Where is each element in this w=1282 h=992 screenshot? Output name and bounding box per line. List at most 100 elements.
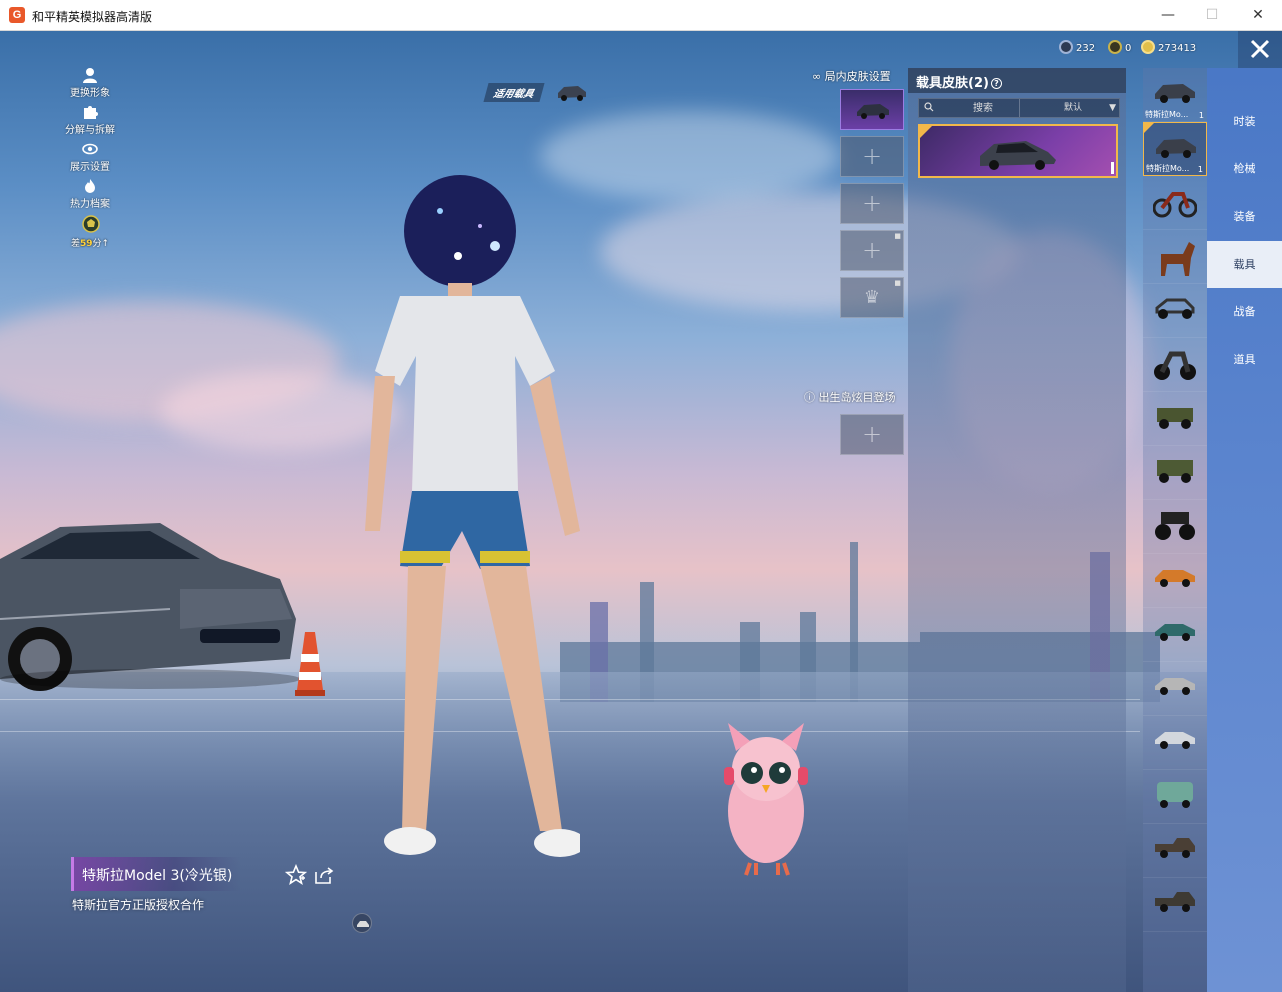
skin-card-tesla[interactable] xyxy=(918,124,1118,178)
sedan-icon xyxy=(1156,139,1196,158)
in-game-skin-settings-header: ∞ 局内皮肤设置 xyxy=(812,68,891,84)
skin-slot-premium[interactable]: ♛ ■ xyxy=(840,277,904,318)
close-icon xyxy=(1250,39,1270,59)
skin-slot-empty[interactable]: + xyxy=(840,136,904,177)
vehicle-item-pickup[interactable] xyxy=(1143,824,1207,878)
skin-slot-locked[interactable]: + ■ xyxy=(840,230,904,271)
tesla-model3-vehicle xyxy=(0,523,300,691)
coupon-value: 232 xyxy=(1076,43,1096,54)
gold-coin-icon xyxy=(1141,40,1155,54)
sort-dropdown[interactable]: 默认 ▼ xyxy=(1024,99,1120,117)
chevron-down-icon: ▼ xyxy=(1109,103,1116,113)
rarity-corner-icon xyxy=(920,126,932,138)
vehicle-skin-title-text: 载具皮肤 xyxy=(916,76,969,91)
rank-shield-icon xyxy=(82,215,100,233)
menu-item-label: 分解与拆解 xyxy=(65,125,115,136)
muscle-car-icon xyxy=(1155,570,1195,587)
window-titlebar: G 和平精英模拟器高清版 — ☐ ✕ xyxy=(0,0,1282,31)
vehicle-item-motorbike[interactable] xyxy=(1143,338,1207,392)
uaz-icon xyxy=(1157,460,1193,483)
help-icon[interactable]: ? xyxy=(990,78,1002,89)
tesla-thumbnail xyxy=(980,141,1056,170)
vehicle-item-muscle-car[interactable] xyxy=(1143,554,1207,608)
mini-car-icon xyxy=(558,86,586,101)
close-panel-button[interactable] xyxy=(1238,31,1282,68)
tab-weapons[interactable]: 枪械 xyxy=(1207,145,1282,192)
pet-companion xyxy=(724,723,808,876)
vehicle-item-pickup-2[interactable] xyxy=(1143,878,1207,932)
tab-equipment[interactable]: 装备 xyxy=(1207,193,1282,240)
window-title: 和平精英模拟器高清版 xyxy=(32,10,153,24)
horse-icon xyxy=(1161,242,1195,276)
lock-icon: ■ xyxy=(894,279,901,287)
decompose-button[interactable]: 分解与拆解 xyxy=(60,104,120,141)
slot-car-icon xyxy=(857,104,889,119)
classic-car-icon xyxy=(1155,678,1195,695)
display-settings-button[interactable]: 展示设置 xyxy=(60,141,120,178)
game-viewport: 更换形象 分解与拆解 展示设置 热力档案 差59分↑ 适用载具 ∞ 局内皮肤设置… xyxy=(0,31,1282,992)
vehicle-item-monster-truck[interactable] xyxy=(1143,500,1207,554)
vehicle-item-buggy[interactable] xyxy=(1143,284,1207,338)
vehicle-item-uaz[interactable] xyxy=(1143,446,1207,500)
vehicle-label: 特斯拉Mo... xyxy=(1146,164,1190,173)
search-icon xyxy=(924,102,934,112)
rank-suffix: 分 xyxy=(92,239,102,249)
gold-value: 273413 xyxy=(1158,43,1197,54)
applied-vehicle-label: 适用载具 xyxy=(483,83,545,102)
skin-search-input[interactable] xyxy=(943,99,1023,117)
vehicle-skin-title: 载具皮肤(2)? xyxy=(908,68,1126,93)
link-icon: ∞ xyxy=(812,70,822,83)
app-logo-icon: G xyxy=(9,7,25,23)
vehicle-item-tesla-selected[interactable]: 特斯拉Mo... 1 xyxy=(1143,122,1207,176)
puzzle-icon xyxy=(82,104,98,120)
skin-search-bar: 默认 ▼ xyxy=(918,98,1120,118)
vehicle-item-jeep[interactable] xyxy=(1143,392,1207,446)
vehicle-item-coupe[interactable] xyxy=(1143,608,1207,662)
jeep-icon xyxy=(1157,408,1193,429)
skin-slot-empty[interactable]: + xyxy=(840,183,904,224)
vehicle-skin-panel: 载具皮肤(2)? 默认 ▼ xyxy=(908,68,1126,992)
cloud-shape xyxy=(540,111,840,201)
favorite-star-icon[interactable] xyxy=(285,864,307,886)
vehicle-count: 1 xyxy=(1198,111,1204,120)
tab-items[interactable]: 道具 xyxy=(1207,336,1282,383)
coupon-balance: 232 xyxy=(1059,40,1095,54)
vehicle-item-tesla[interactable]: 特斯拉Mo... 1 xyxy=(1143,68,1207,122)
spawn-skin-slot[interactable]: + xyxy=(840,414,904,455)
motorbike-icon xyxy=(1154,351,1196,380)
minimize-button[interactable]: — xyxy=(1145,0,1191,31)
vehicle-list: 特斯拉Mo... 1 特斯拉Mo... 1 xyxy=(1143,68,1207,992)
selected-skin-name-box: 特斯拉Model 3(冷光银) xyxy=(71,857,241,891)
vehicle-item-motorcycle[interactable] xyxy=(1143,176,1207,230)
applied-vehicle-tag[interactable]: 适用载具 xyxy=(483,81,586,105)
vehicle-item-sedan[interactable] xyxy=(1143,716,1207,770)
coupon-icon xyxy=(1059,40,1073,54)
tab-fashion[interactable]: 时装 xyxy=(1207,98,1282,145)
sedan-icon xyxy=(1155,84,1195,103)
share-icon[interactable] xyxy=(313,864,335,886)
heat-profile-button[interactable]: 热力档案 xyxy=(60,178,120,215)
rarity-corner-icon xyxy=(1144,123,1154,133)
token-value: 0 xyxy=(1125,43,1132,54)
close-window-button[interactable]: ✕ xyxy=(1235,0,1281,31)
van-icon xyxy=(1157,782,1193,808)
vehicle-item-horse[interactable] xyxy=(1143,230,1207,284)
tab-gear[interactable]: 战备 xyxy=(1207,288,1282,335)
token-balance: 0 xyxy=(1108,40,1131,54)
skin-slot-active[interactable] xyxy=(840,89,904,130)
flame-icon xyxy=(82,178,98,194)
monster-truck-icon xyxy=(1155,512,1195,540)
selected-skin-name: 特斯拉Model 3(冷光银) xyxy=(82,868,233,884)
skin-count-bar xyxy=(1111,162,1114,174)
vehicle-item-classic-car[interactable] xyxy=(1143,662,1207,716)
rank-badge[interactable]: 差59分↑ xyxy=(60,215,120,252)
maximize-button[interactable]: ☐ xyxy=(1189,0,1235,31)
change-appearance-button[interactable]: 更换形象 xyxy=(60,67,120,104)
vehicle-item-van[interactable] xyxy=(1143,770,1207,824)
plus-icon: + xyxy=(861,189,883,217)
tab-vehicles[interactable]: 载具 xyxy=(1207,241,1282,288)
sort-label: 默认 xyxy=(1064,103,1083,113)
lock-icon: ■ xyxy=(894,232,901,240)
rank-score-value: 59 xyxy=(79,239,93,249)
rotate-view-icon[interactable] xyxy=(352,913,372,933)
